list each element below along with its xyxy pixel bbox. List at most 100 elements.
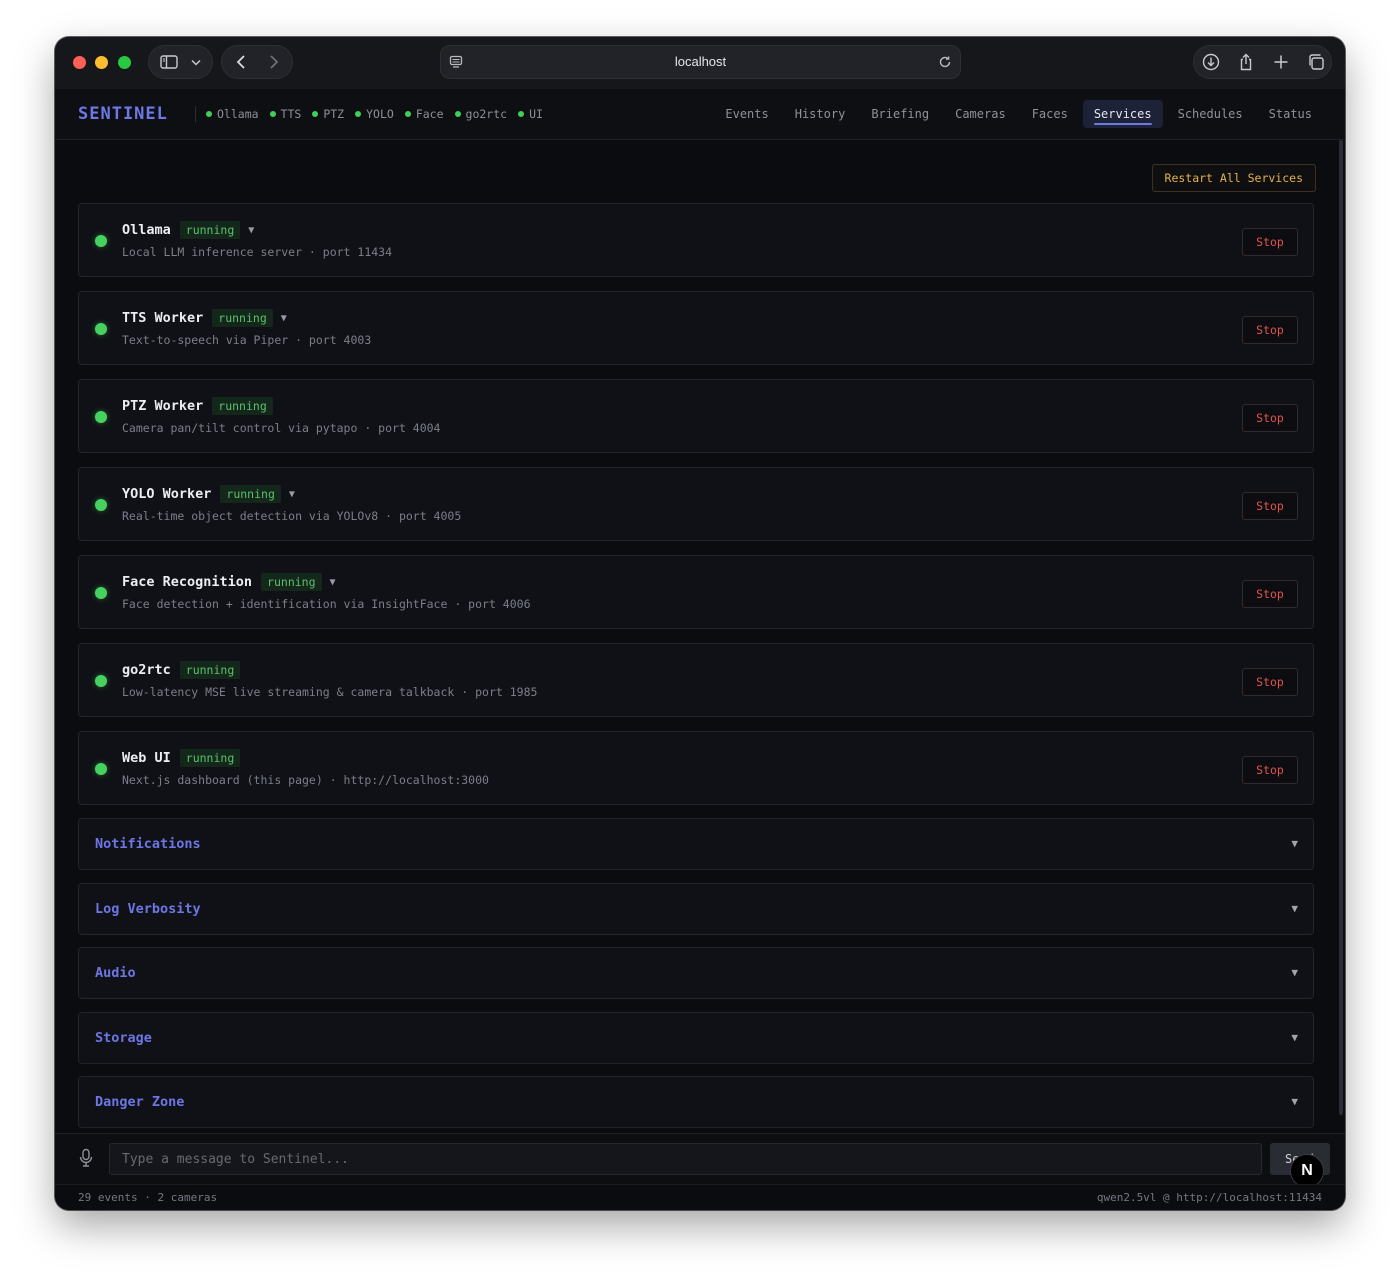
service-header: Web UI running	[122, 748, 241, 768]
service-status-label: Face	[415, 107, 444, 121]
service-header: PTZ Worker running	[122, 396, 273, 416]
tab-services[interactable]: Services	[1082, 100, 1163, 128]
section-danger-zone[interactable]: Danger Zone ▼	[78, 1076, 1314, 1128]
service-name: Web UI	[122, 750, 171, 766]
zoom-window-button[interactable]	[118, 56, 131, 69]
service-status-label: PTZ	[323, 107, 345, 121]
assistant-avatar[interactable]: N	[1290, 1154, 1324, 1188]
stop-service-button[interactable]: Stop	[1242, 228, 1298, 256]
expand-caret-icon[interactable]: ▼	[330, 577, 336, 588]
address-bar[interactable]: localhost	[440, 45, 961, 79]
forward-arrow-icon[interactable]	[263, 46, 285, 78]
minimize-window-button[interactable]	[95, 56, 108, 69]
status-badge: running	[179, 661, 241, 679]
chevron-down-icon[interactable]: ▼	[1291, 948, 1298, 998]
section-title: Storage	[95, 1030, 152, 1046]
tab-status[interactable]: Status	[1258, 100, 1323, 128]
running-status-dot-icon	[95, 499, 107, 511]
section-notifications[interactable]: Notifications ▼	[78, 818, 1314, 870]
status-dot-icon	[206, 111, 212, 117]
status-badge: running	[212, 397, 273, 415]
close-window-button[interactable]	[73, 56, 86, 69]
header-divider	[195, 106, 196, 122]
expand-caret-icon[interactable]: ▼	[248, 225, 254, 236]
section-title: Notifications	[95, 836, 201, 852]
expand-caret-icon[interactable]: ▼	[281, 313, 287, 324]
main-tabs: Events History Briefing Cameras Faces Service…	[714, 100, 1323, 128]
section-log-verbosity[interactable]: Log Verbosity ▼	[78, 883, 1314, 935]
app-header: SENTINEL Ollama TTS PTZ YOLO Face go2rtc UI Ev…	[55, 89, 1345, 140]
back-arrow-icon[interactable]	[230, 46, 252, 78]
service-description: Face detection + identification via Insi…	[122, 597, 531, 611]
section-audio[interactable]: Audio ▼	[78, 947, 1314, 999]
reload-icon[interactable]	[938, 46, 952, 78]
download-icon[interactable]	[1199, 46, 1223, 78]
status-footer: 29 events · 2 cameras qwen2.5vl @ http:/…	[55, 1184, 1345, 1210]
status-badge: running	[212, 309, 273, 327]
brand-logo[interactable]: SENTINEL	[78, 89, 168, 139]
service-description: Low-latency MSE live streaming & camera …	[122, 685, 538, 699]
chat-message-input[interactable]	[109, 1143, 1262, 1175]
service-status-ptz: PTZ	[312, 107, 344, 121]
share-icon[interactable]	[1234, 46, 1258, 78]
tab-overview-icon[interactable]	[1304, 46, 1328, 78]
chevron-down-icon[interactable]	[187, 46, 205, 78]
chevron-down-icon[interactable]: ▼	[1291, 1077, 1298, 1127]
service-name: PTZ Worker	[122, 398, 204, 414]
expand-caret-icon[interactable]: ▼	[289, 489, 295, 500]
service-header: Ollama running ▼	[122, 220, 254, 240]
service-header: TTS Worker running ▼	[122, 308, 287, 328]
chevron-down-icon[interactable]: ▼	[1291, 1013, 1298, 1063]
section-storage[interactable]: Storage ▼	[78, 1012, 1314, 1064]
stop-service-button[interactable]: Stop	[1242, 492, 1298, 520]
service-status-face: Face	[404, 107, 444, 121]
service-status-label: Ollama	[217, 107, 259, 121]
new-tab-plus-icon[interactable]	[1269, 46, 1293, 78]
service-description: Camera pan/tilt control via pytapo · por…	[122, 421, 441, 435]
stop-service-button[interactable]: Stop	[1242, 756, 1298, 784]
tab-events[interactable]: Events	[714, 100, 779, 128]
running-status-dot-icon	[95, 675, 107, 687]
tab-schedules[interactable]: Schedules	[1167, 100, 1254, 128]
services-panel: Restart All Services Ollama running ▼ Local…	[55, 140, 1345, 1133]
stop-service-button[interactable]: Stop	[1242, 316, 1298, 344]
service-status-label: TTS	[280, 107, 302, 121]
status-badge: running	[261, 573, 322, 591]
section-title: Danger Zone	[95, 1094, 185, 1110]
tab-briefing[interactable]: Briefing	[860, 100, 940, 128]
microphone-icon[interactable]	[77, 1148, 95, 1168]
tab-history[interactable]: History	[784, 100, 857, 128]
tab-cameras[interactable]: Cameras	[944, 100, 1017, 128]
browser-window: localhost SENTINEL Ollama TTS PTZ YOLO Face g…	[55, 37, 1345, 1210]
toolbar-actions-group	[1193, 45, 1332, 79]
restart-all-services-button[interactable]: Restart All Services	[1151, 164, 1316, 192]
running-status-dot-icon	[95, 323, 107, 335]
service-status-go2rtc: go2rtc	[454, 107, 507, 121]
chevron-down-icon[interactable]: ▼	[1291, 884, 1298, 934]
chevron-down-icon[interactable]: ▼	[1291, 819, 1298, 869]
status-dot-icon	[404, 111, 411, 117]
stop-service-button[interactable]: Stop	[1242, 668, 1298, 696]
service-status-tts: TTS	[269, 107, 302, 121]
status-badge: running	[179, 221, 241, 239]
chat-bar: Send N	[55, 1133, 1345, 1188]
service-description: Local LLM inference server · port 11434	[122, 245, 393, 259]
running-status-dot-icon	[95, 763, 107, 775]
section-title: Audio	[95, 965, 136, 981]
service-card: Ollama running ▼ Local LLM inference server…	[78, 203, 1314, 277]
service-header: go2rtc running	[122, 660, 241, 680]
service-name: TTS Worker	[122, 310, 204, 326]
stop-service-button[interactable]: Stop	[1242, 580, 1298, 608]
address-url[interactable]: localhost	[441, 46, 960, 78]
service-name: go2rtc	[122, 662, 171, 678]
footer-model-info: qwen2.5vl @ http://localhost:11434	[1096, 1191, 1322, 1204]
tab-faces[interactable]: Faces	[1021, 100, 1079, 128]
service-name: Face Recognition	[122, 574, 253, 590]
scrollbar[interactable]	[1339, 140, 1343, 1115]
sidebar-icon[interactable]	[158, 46, 180, 78]
service-header: YOLO Worker running ▼	[122, 484, 295, 504]
service-status-ollama: Ollama	[206, 107, 259, 121]
status-badge: running	[179, 749, 241, 767]
service-card: YOLO Worker running ▼ Real-time object dete…	[78, 467, 1314, 541]
stop-service-button[interactable]: Stop	[1242, 404, 1298, 432]
